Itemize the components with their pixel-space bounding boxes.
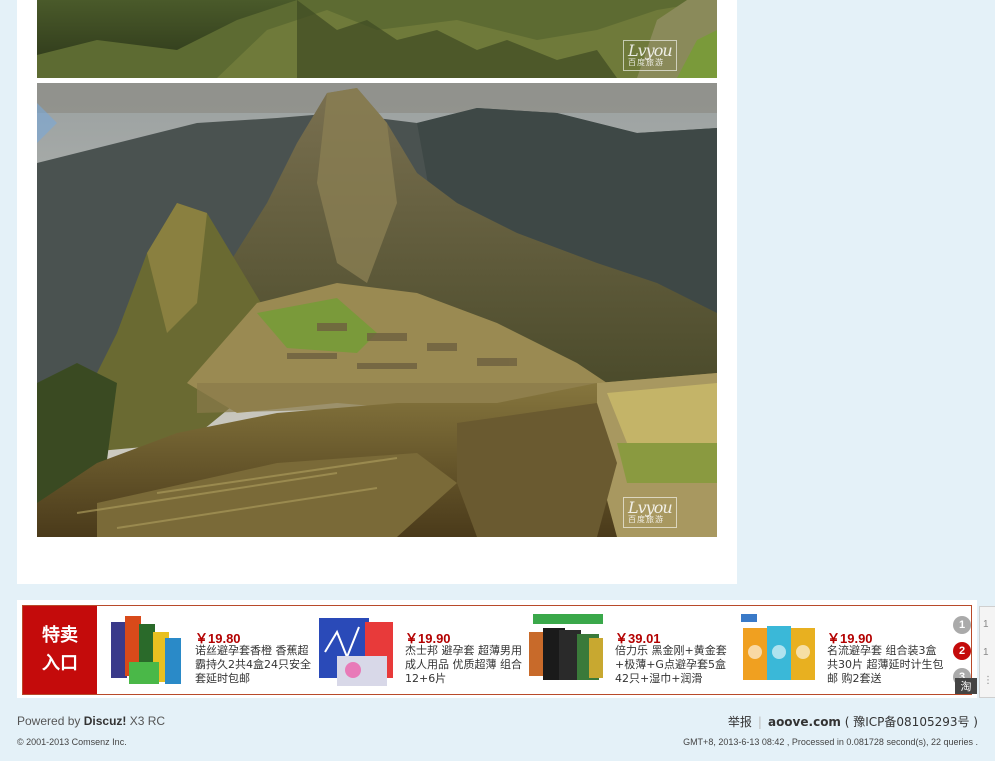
badge-line-1: 特卖 xyxy=(42,625,78,646)
product-description[interactable]: 倍力乐 黑金刚+黄金套+极薄+G点避孕套5盒42只+湿巾+润滑 xyxy=(615,644,733,686)
ad-banner: 特卖 入口 ￥19.80 诺丝避孕套香橙 香蕉超霸持久2共4盒24只安全套延时包… xyxy=(17,600,977,698)
discuz-link[interactable]: Discuz! xyxy=(84,714,127,728)
post-content: Lvyou 百度旅游 Lvyou 百度旅游 xyxy=(17,0,737,584)
post-image-top[interactable]: Lvyou 百度旅游 xyxy=(37,0,717,78)
ad-frame: 特卖 入口 ￥19.80 诺丝避孕套香橙 香蕉超霸持久2共4盒24只安全套延时包… xyxy=(22,605,977,695)
product-description[interactable]: 诺丝避孕套香橙 香蕉超霸持久2共4盒24只安全套延时包邮 xyxy=(195,644,313,686)
processed-info: GMT+8, 2013-6-13 08:42 , Processed in 0.… xyxy=(683,737,978,747)
sale-entrance-badge[interactable]: 特卖 入口 xyxy=(23,606,97,694)
footer-links: 举报 | aoove.com ( 豫ICP备08105293号 ) xyxy=(727,715,978,729)
ad-product-1[interactable]: ￥19.80 诺丝避孕套香橙 香蕉超霸持久2共4盒24只安全套延时包邮 xyxy=(101,606,311,694)
edge-side-widget[interactable]: 1 1 ⋮ xyxy=(979,606,995,698)
product-thumbnail-icon xyxy=(741,614,815,680)
powered-by-label: Powered by xyxy=(17,714,81,728)
product-thumbnail-icon xyxy=(319,618,393,686)
edge-glyph-2: 1 xyxy=(983,647,989,658)
watermark-logo: Lvyou 百度旅游 xyxy=(623,40,677,71)
product-thumbnail-icon xyxy=(111,616,181,684)
site-link[interactable]: aoove.com xyxy=(768,715,841,729)
mountain-photo-graphic xyxy=(37,0,717,78)
copyright: © 2001-2013 Comsenz Inc. xyxy=(17,737,127,747)
ad-product-2[interactable]: ￥19.90 杰士邦 避孕套 超薄男用成人用品 优质超薄 组合 12+6片 xyxy=(311,606,523,694)
edge-glyph-3: ⋮ xyxy=(983,675,993,686)
report-link[interactable]: 举报 xyxy=(728,715,752,729)
watermark-logo: Lvyou 百度旅游 xyxy=(623,497,677,528)
pager-dot-2[interactable]: 2 xyxy=(953,642,971,660)
product-description[interactable]: 杰士邦 避孕套 超薄男用成人用品 优质超薄 组合 12+6片 xyxy=(405,644,523,686)
sidebar xyxy=(737,0,977,584)
product-thumbnail-icon xyxy=(529,614,603,680)
version-label: X3 RC xyxy=(129,714,166,728)
machu-picchu-graphic xyxy=(37,83,717,537)
edge-glyph-1: 1 xyxy=(983,619,989,630)
post-image-machu-picchu[interactable]: Lvyou 百度旅游 xyxy=(37,83,717,537)
product-description[interactable]: 名流避孕套 组合装3盒共30片 超薄延时计生包邮 购2套送 xyxy=(827,644,945,686)
ad-product-3[interactable]: ￥39.01 倍力乐 黑金刚+黄金套+极薄+G点避孕套5盒42只+湿巾+润滑 xyxy=(521,606,731,694)
badge-line-2: 入口 xyxy=(42,653,78,674)
ad-product-4[interactable]: ￥19.90 名流避孕套 组合装3盒共30片 超薄延时计生包邮 购2套送 xyxy=(733,606,945,694)
icp-link[interactable]: ( 豫ICP备08105293号 ) xyxy=(845,715,978,729)
powered-by: Powered by Discuz! X3 RC xyxy=(17,714,165,728)
pager-dot-1[interactable]: 1 xyxy=(953,616,971,634)
taobao-tag[interactable]: 淘 xyxy=(955,678,977,694)
